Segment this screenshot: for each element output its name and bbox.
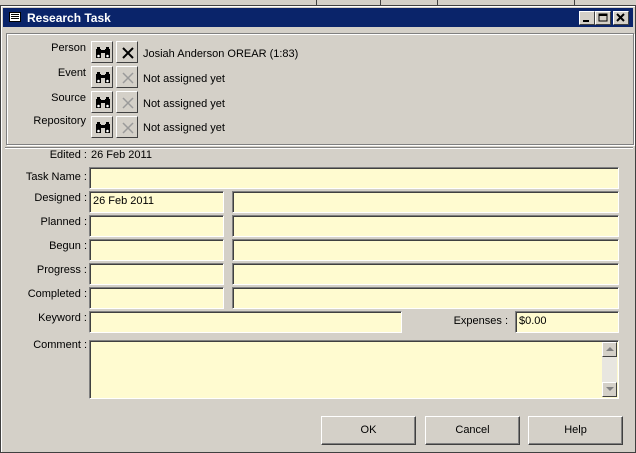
source-value: Not assigned yet <box>143 98 225 110</box>
binoculars-icon <box>96 72 110 83</box>
planned-date-input[interactable] <box>89 215 224 237</box>
scroll-down-button[interactable] <box>602 382 617 397</box>
progress-label: Progress : <box>36 264 87 276</box>
find-source-button[interactable] <box>91 91 113 113</box>
x-icon <box>122 72 134 84</box>
form-window-icon <box>9 12 21 22</box>
research-task-dialog: Research Task Person Josiah Anderson ORE… <box>0 5 636 453</box>
comment-textarea[interactable] <box>89 340 619 399</box>
arrow-up-icon <box>606 347 614 351</box>
completed-label: Completed : <box>27 288 87 300</box>
keyword-input[interactable] <box>89 311 402 333</box>
begun-note-input[interactable] <box>232 239 619 261</box>
progress-date-input[interactable] <box>89 263 224 285</box>
comment-scrollbar[interactable] <box>602 342 617 397</box>
expenses-label: Expenses : <box>453 315 508 327</box>
begun-date-input[interactable] <box>89 239 224 261</box>
ok-button[interactable]: OK <box>321 416 416 445</box>
designed-label: Designed : <box>34 192 87 204</box>
keyword-label: Keyword : <box>38 312 87 324</box>
close-icon <box>616 13 625 22</box>
help-button[interactable]: Help <box>528 416 623 445</box>
clear-source-button[interactable] <box>116 91 138 113</box>
edited-value: 26 Feb 2011 <box>91 149 152 161</box>
planned-note-input[interactable] <box>232 215 619 237</box>
find-person-button[interactable] <box>91 41 113 63</box>
begun-label: Begun : <box>49 240 87 252</box>
repository-value: Not assigned yet <box>143 122 225 134</box>
person-label: Person <box>51 42 86 54</box>
expenses-input[interactable]: $0.00 <box>515 311 619 333</box>
window-title: Research Task <box>27 11 111 25</box>
maximize-icon <box>598 13 608 22</box>
task-name-input[interactable] <box>89 167 619 189</box>
designed-note-input[interactable] <box>232 191 619 213</box>
title-bar[interactable]: Research Task <box>3 8 633 27</box>
repository-label: Repository <box>33 115 86 127</box>
x-icon <box>122 97 134 109</box>
source-label: Source <box>51 92 86 104</box>
task-name-label: Task Name : <box>25 171 87 183</box>
x-icon <box>122 47 134 59</box>
progress-note-input[interactable] <box>232 263 619 285</box>
cancel-button[interactable]: Cancel <box>425 416 520 445</box>
clear-person-button[interactable] <box>116 41 138 63</box>
binoculars-icon <box>96 97 110 108</box>
find-repository-button[interactable] <box>91 116 113 138</box>
binoculars-icon <box>96 47 110 58</box>
binoculars-icon <box>96 122 110 133</box>
edited-label: Edited : <box>49 149 87 161</box>
close-button[interactable] <box>613 11 629 25</box>
event-label: Event <box>57 67 86 79</box>
maximize-button[interactable] <box>595 11 611 25</box>
clear-repository-button[interactable] <box>116 116 138 138</box>
planned-label: Planned : <box>40 216 87 228</box>
designed-date-input[interactable]: 26 Feb 2011 <box>89 191 224 213</box>
arrow-down-icon <box>606 387 614 391</box>
scroll-up-button[interactable] <box>602 342 617 357</box>
comment-label: Comment : <box>33 339 87 351</box>
event-value: Not assigned yet <box>143 73 225 85</box>
clear-event-button[interactable] <box>116 66 138 88</box>
person-value: Josiah Anderson OREAR (1:83) <box>143 48 299 60</box>
minimize-button[interactable] <box>579 11 595 25</box>
completed-date-input[interactable] <box>89 287 224 309</box>
find-event-button[interactable] <box>91 66 113 88</box>
minimize-icon <box>583 20 589 22</box>
completed-note-input[interactable] <box>232 287 619 309</box>
x-icon <box>122 122 134 134</box>
